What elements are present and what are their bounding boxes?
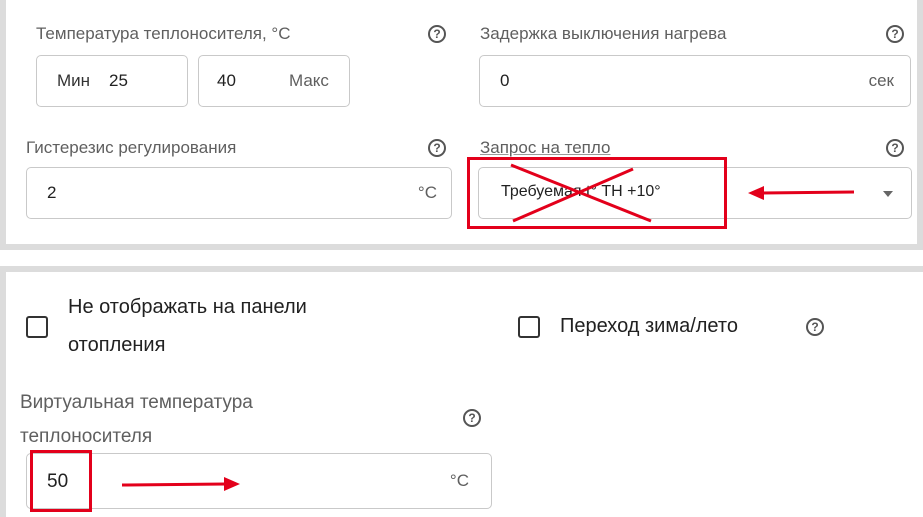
hide-on-panel-label-line2: отопления [68,334,166,356]
shutdown-delay-unit: сек [868,71,894,90]
max-temp-value: 40 [217,71,236,90]
winter-summer-checkbox[interactable] [518,316,540,338]
virtual-temp-field[interactable]: 50 °С [26,453,492,509]
help-icon[interactable]: ? [886,25,904,43]
shutdown-delay-value: 0 [500,71,510,90]
winter-summer-label: Переход зима/лето [560,315,738,337]
hysteresis-label: Гистерезис регулирования [26,138,237,157]
hide-on-panel-checkbox[interactable] [26,316,48,338]
virtual-temp-unit: °С [449,471,469,490]
heat-request-label: Запрос на тепло [480,138,611,157]
max-temp-label: Макс [289,71,329,90]
help-icon[interactable]: ? [886,139,904,157]
min-temp-label: Мин [57,71,91,90]
annotation-highlight-box [30,450,92,512]
help-icon[interactable]: ? [806,318,824,336]
virtual-temp-label-line1: Виртуальная температура [20,392,253,413]
hide-on-panel-label-line1: Не отображать на панели [68,296,307,318]
hysteresis-field[interactable]: 2 °С [26,167,452,219]
shutdown-delay-label: Задержка выключения нагрева [480,24,727,43]
virtual-temp-label-line2: теплоносителя [20,426,153,447]
hysteresis-unit: °С [417,183,437,202]
hysteresis-value: 2 [47,183,57,202]
max-temp-field[interactable]: 40 Макс [198,55,350,107]
coolant-temp-label: Температура теплоносителя, °С [36,24,291,43]
min-temp-field[interactable]: Мин 25 [36,55,188,107]
annotation-arrow-right [121,477,240,491]
help-icon[interactable]: ? [428,139,446,157]
annotation-cross-out [510,163,652,223]
chevron-down-icon[interactable] [883,191,893,197]
min-temp-value: 25 [109,71,128,90]
help-icon[interactable]: ? [463,409,481,427]
annotation-arrow-left [748,186,855,200]
shutdown-delay-field[interactable]: 0 сек [479,55,911,107]
help-icon[interactable]: ? [428,25,446,43]
